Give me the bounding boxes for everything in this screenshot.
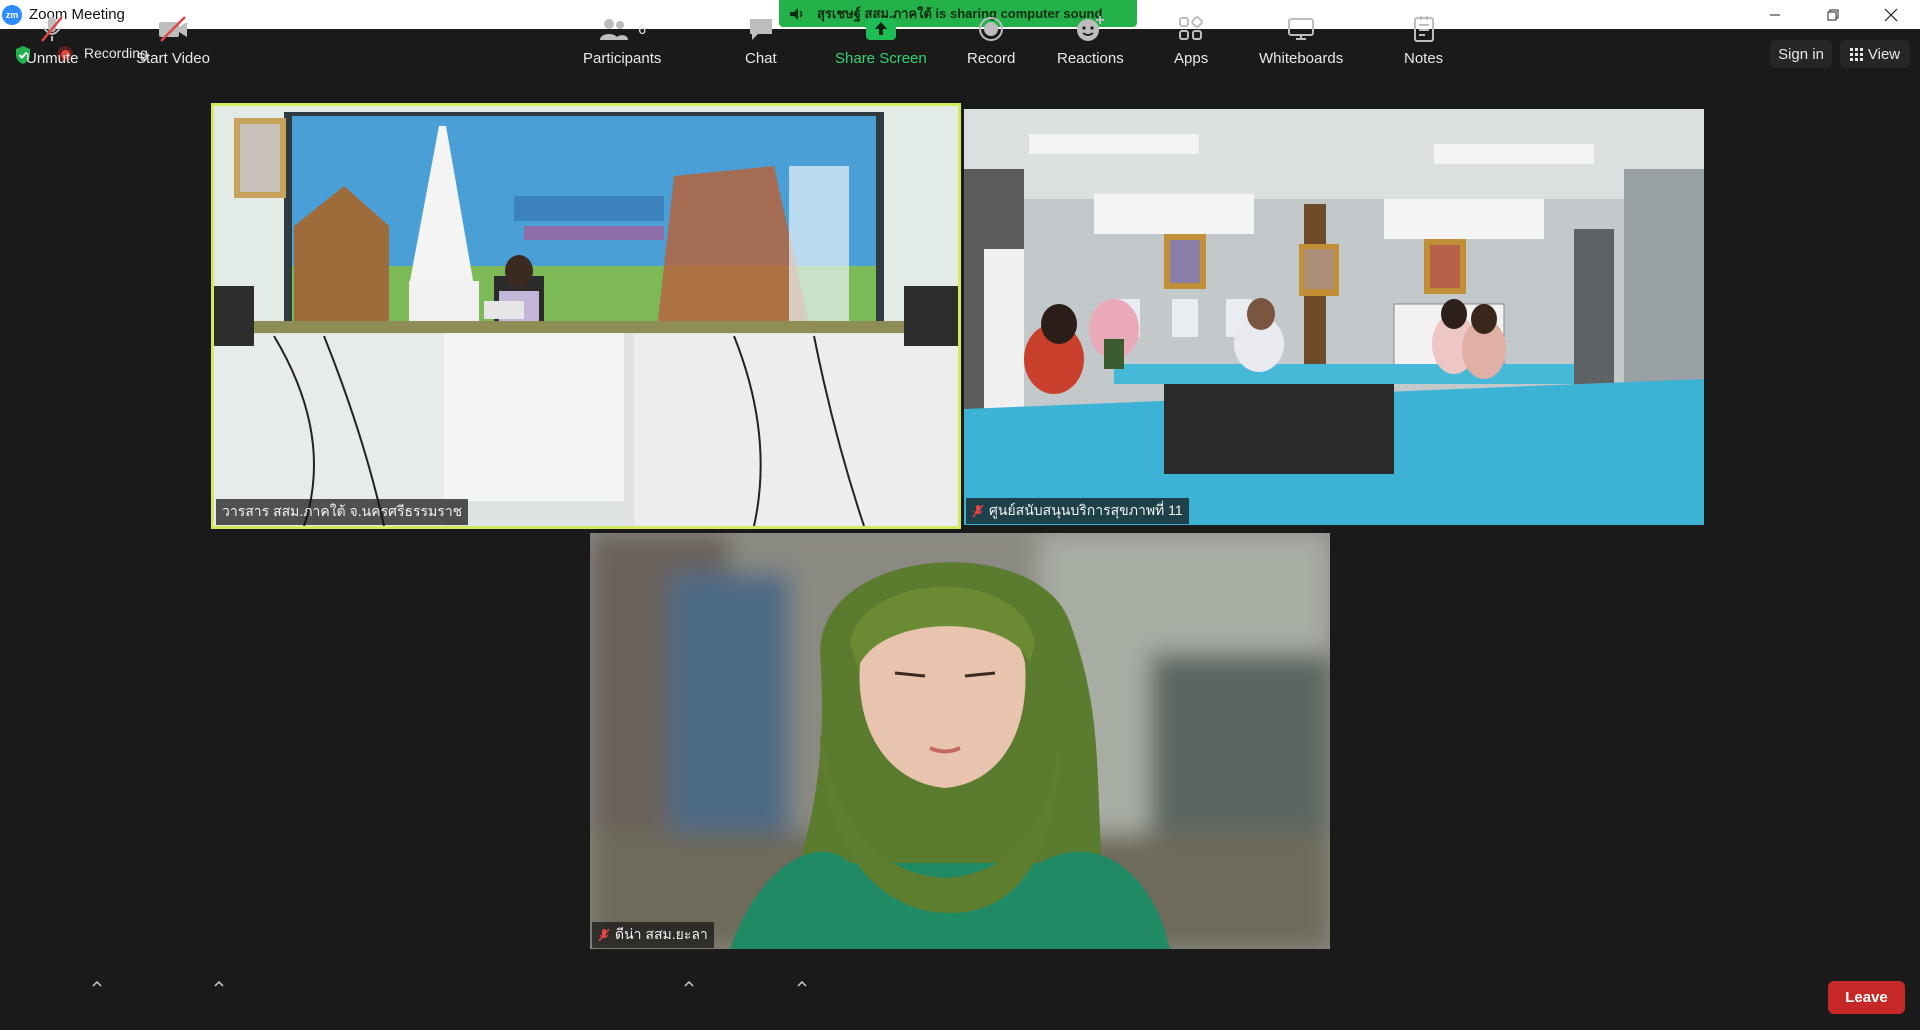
participant-name-label: วารสาร สสม.ภาคใต้ จ.นครศรีธรรมราช	[216, 499, 469, 525]
record-button[interactable]: Record	[967, 14, 1015, 72]
zoom-app-icon: zm	[2, 4, 22, 25]
reactions-label: Reactions	[1057, 50, 1124, 67]
close-button[interactable]	[1862, 0, 1920, 29]
chevron-up-icon	[214, 981, 224, 987]
participant-name-label: ดีน่า สสม.ยะลา	[592, 922, 714, 948]
participants-label: Participants	[583, 50, 662, 67]
window-controls	[1746, 0, 1920, 29]
chat-label: Chat	[745, 50, 777, 67]
leave-button[interactable]: Leave	[1828, 981, 1905, 1014]
audio-options-caret[interactable]	[90, 977, 104, 991]
participant-name: ดีน่า สสม.ยะลา	[615, 926, 708, 942]
minimize-button[interactable]	[1746, 0, 1804, 29]
whiteboards-button[interactable]: Whiteboards	[1259, 14, 1343, 72]
participants-count: 6	[638, 21, 647, 37]
muted-mic-icon	[972, 504, 984, 518]
share-screen-button[interactable]: Share Screen	[835, 14, 927, 72]
start-video-label: Start Video	[136, 50, 210, 67]
chevron-up-icon	[92, 981, 102, 987]
restore-icon	[1827, 9, 1839, 20]
apps-button[interactable]: Apps	[1174, 14, 1208, 72]
participant-name: ศูนย์สนับสนุนบริการสุขภาพที่ 11	[989, 502, 1183, 518]
speaker-icon	[789, 7, 805, 21]
video-options-caret[interactable]	[212, 977, 226, 991]
video-off-icon	[156, 14, 190, 44]
apps-icon	[1178, 14, 1204, 44]
chat-button[interactable]: Chat	[745, 14, 777, 72]
smiley-plus-icon	[1075, 14, 1105, 44]
chat-options-caret[interactable]	[795, 977, 809, 991]
unmute-label: Unmute	[26, 50, 79, 67]
apps-label: Apps	[1174, 50, 1209, 67]
notes-label: Notes	[1404, 50, 1444, 67]
grid-icon	[1849, 47, 1863, 61]
video-feed-image	[214, 106, 958, 526]
participants-icon: 6	[598, 14, 646, 44]
unmute-button[interactable]: Unmute	[26, 14, 79, 72]
whiteboards-label: Whiteboards	[1259, 50, 1344, 67]
notes-button[interactable]: Notes	[1404, 14, 1443, 72]
muted-microphone-icon	[37, 14, 67, 44]
participant-name-label: ศูนย์สนับสนุนบริการสุขภาพที่ 11	[966, 498, 1189, 524]
chevron-up-icon	[797, 981, 807, 987]
restore-button[interactable]	[1804, 0, 1862, 29]
chat-bubble-icon	[747, 14, 775, 44]
share-screen-icon	[865, 14, 896, 44]
video-feed-image	[590, 533, 1330, 949]
start-video-button[interactable]: Start Video	[136, 14, 210, 72]
video-tile-2[interactable]: ศูนย์สนับสนุนบริการสุขภาพที่ 11	[964, 109, 1704, 525]
muted-mic-icon	[598, 928, 610, 942]
video-tile-1[interactable]: วารสาร สสม.ภาคใต้ จ.นครศรีธรรมราช	[211, 103, 961, 529]
whiteboard-icon	[1287, 14, 1315, 44]
participants-options-caret[interactable]	[682, 977, 696, 991]
view-label: View	[1867, 45, 1901, 63]
meeting-toolbar	[0, 955, 1920, 1030]
sign-in-button[interactable]: Sign in	[1770, 40, 1832, 68]
notes-icon	[1412, 14, 1436, 44]
participants-button[interactable]: 6 Participants	[583, 14, 661, 72]
video-feed-image	[964, 109, 1704, 525]
participant-name: วารสาร สสม.ภาคใต้ จ.นครศรีธรรมราช	[222, 503, 463, 519]
close-icon	[1884, 8, 1898, 21]
chevron-up-icon	[684, 981, 694, 987]
share-screen-label: Share Screen	[835, 50, 927, 67]
minimize-icon	[1770, 14, 1780, 15]
record-icon	[978, 14, 1004, 44]
record-label: Record	[967, 50, 1016, 67]
video-tile-3[interactable]: ดีน่า สสม.ยะลา	[590, 533, 1330, 949]
view-button[interactable]: View	[1840, 40, 1910, 68]
reactions-button[interactable]: Reactions	[1057, 14, 1124, 72]
